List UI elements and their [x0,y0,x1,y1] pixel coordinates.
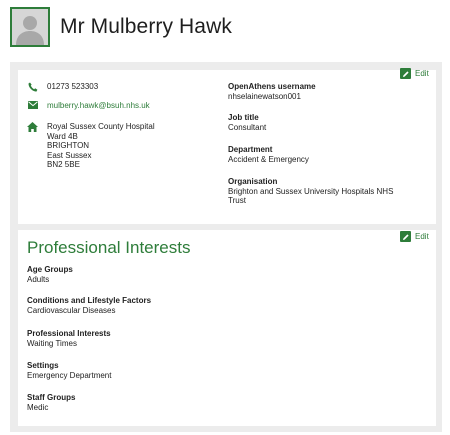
interest-item: Conditions and Lifestyle Factors Cardiov… [27,296,151,316]
pencil-icon [400,68,411,79]
profile-name: Mr Mulberry Hawk [60,15,232,38]
edit-label: Edit [415,232,429,241]
avatar [10,7,50,47]
profile-header: Mr Mulberry Hawk [10,6,232,48]
address-line: BRIGHTON [47,141,90,150]
address-line: East Sussex [47,150,92,160]
phone-number: 01273 523303 [47,82,99,91]
organisation-field: Organisation Brighton and Sussex Univers… [228,177,393,206]
interest-value: Medic [27,403,49,412]
address-line: Royal Sussex County Hospital [47,122,155,131]
person-silhouette-icon [12,9,48,45]
interest-value: Cardiovascular Diseases [27,306,116,315]
address-line: BN2 5BE [47,160,80,169]
address-text: Royal Sussex County Hospital Ward 4B BRI… [47,122,155,170]
interest-value: Emergency Department [27,371,112,380]
pencil-icon [400,231,411,242]
organisation-value-line: Brighton and Sussex University Hospitals… [228,186,394,196]
email-icon [27,101,38,109]
interest-label: Staff Groups [27,393,76,402]
address-line: Ward 4B [47,131,78,141]
organisation-label: Organisation [228,177,278,186]
interest-label: Settings [27,361,59,370]
email-link[interactable]: mulberry.hawk@bsuh.nhs.uk [47,101,150,111]
interest-item: Staff Groups Medic [27,393,75,413]
phone-row: 01273 523303 [27,82,98,92]
interest-value: Waiting Times [27,339,77,348]
interest-value: Adults [27,275,50,284]
openathens-value: nhselainewatson001 [228,91,301,101]
address-row: Royal Sussex County Hospital Ward 4B BRI… [27,122,155,170]
interests-card [18,230,436,426]
organisation-value-line: Trust [228,196,246,205]
interest-item: Professional Interests Waiting Times [27,329,111,349]
interest-label: Age Groups [27,265,73,274]
section-title: Professional Interests [27,238,191,257]
job-title-field: Job title Consultant [228,113,266,132]
home-icon [27,122,38,132]
edit-interests-button[interactable]: Edit [400,231,429,242]
edit-contact-button[interactable]: Edit [400,68,429,79]
department-label: Department [228,145,273,154]
openathens-field: OpenAthens username nhselainewatson001 [228,82,316,101]
job-title-value: Consultant [228,122,267,132]
interest-item: Settings Emergency Department [27,361,111,381]
interest-label: Professional Interests [27,329,111,338]
department-value: Accident & Emergency [228,154,309,164]
phone-icon [27,82,38,92]
interest-item: Age Groups Adults [27,265,73,285]
department-field: Department Accident & Emergency [228,145,309,164]
openathens-label: OpenAthens username [228,82,316,91]
email-row[interactable]: mulberry.hawk@bsuh.nhs.uk [27,101,150,111]
edit-label: Edit [415,69,429,78]
interest-label: Conditions and Lifestyle Factors [27,296,152,305]
job-title-label: Job title [228,113,259,122]
